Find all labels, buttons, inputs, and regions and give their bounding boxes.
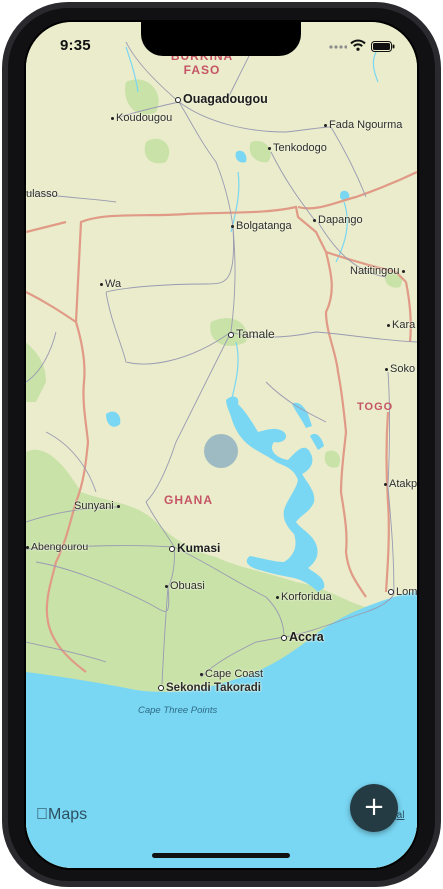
town-marker: [165, 584, 168, 588]
place-label: Kumasi: [177, 541, 221, 555]
place-label: Tamale: [236, 327, 275, 341]
town-marker: [26, 545, 29, 549]
place-accra[interactable]: Accra: [281, 630, 324, 644]
town-marker: [324, 123, 327, 127]
place-label: Tenkodogo: [273, 142, 327, 154]
water-label-cape-three-points: Cape Three Points: [138, 705, 218, 716]
place-wa[interactable]: Wa: [100, 278, 121, 290]
place-bolgatanga[interactable]: Bolgatanga: [231, 220, 292, 232]
place-label: Obuasi: [170, 580, 205, 592]
place-label: ulasso: [26, 188, 58, 200]
add-button[interactable]: +: [350, 784, 398, 832]
place-koforidua[interactable]: Korforidua: [276, 591, 332, 603]
place-ulasso[interactable]: ulasso: [26, 188, 58, 200]
place-abengourou[interactable]: Abengourou: [26, 541, 88, 553]
town-marker: [276, 595, 279, 599]
place-natitingou[interactable]: Natitingou: [350, 265, 407, 277]
place-label: Soko: [390, 363, 416, 375]
place-sekondi-takoradi[interactable]: Sekondi Takoradi: [158, 682, 261, 694]
maps-logo-label: Maps: [36, 806, 87, 823]
place-cape-coast[interactable]: Cape Coast: [200, 668, 263, 680]
place-label: Sunyani: [74, 500, 114, 512]
place-label: Ouagadougou: [183, 92, 268, 106]
plus-icon: +: [363, 792, 385, 822]
town-marker: [384, 482, 387, 486]
city-marker: [175, 96, 181, 103]
place-label: Kara: [392, 319, 416, 331]
home-indicator[interactable]: [152, 853, 290, 858]
place-label: Accra: [289, 630, 324, 644]
place-label: Atakp: [389, 478, 417, 490]
country-label-togo: TOGO: [357, 401, 394, 413]
city-marker: [169, 545, 175, 552]
status-bar-time: 9:35: [60, 37, 91, 54]
apple-logo-icon: : [36, 806, 48, 823]
current-location-dot[interactable]: [204, 434, 238, 468]
town-marker: [268, 146, 271, 150]
place-kumasi[interactable]: Kumasi: [169, 541, 220, 555]
place-tenkodogo[interactable]: Tenkodogo: [268, 142, 327, 154]
town-marker: [313, 218, 316, 222]
cellular-signal-icon: [329, 45, 347, 49]
place-label: Korforidua: [281, 591, 332, 603]
place-tamale[interactable]: Tamale: [228, 327, 275, 341]
place-ouagadougou[interactable]: Ouagadougou: [175, 92, 268, 106]
town-marker: [385, 367, 388, 371]
place-soko[interactable]: Soko: [385, 363, 415, 375]
place-label: Abengourou: [31, 541, 89, 553]
place-label: Sekondi Takoradi: [166, 682, 262, 694]
city-marker: [228, 331, 234, 338]
town-marker: [200, 672, 203, 676]
place-koudougou[interactable]: Koudougou: [111, 112, 172, 124]
place-label: Koudougou: [116, 112, 173, 124]
place-label: Dapango: [318, 214, 363, 226]
place-atakp[interactable]: Atakp: [384, 478, 417, 490]
place-kara[interactable]: Kara: [387, 319, 415, 331]
camera-notch: [141, 22, 301, 56]
place-label: Wa: [105, 278, 122, 290]
place-dapango[interactable]: Dapango: [313, 214, 363, 226]
place-label: Lom: [396, 586, 417, 598]
city-marker: [158, 684, 164, 691]
place-lome[interactable]: Lom: [388, 586, 417, 598]
place-sunyani[interactable]: Sunyani: [74, 500, 122, 512]
place-label: Bolgatanga: [236, 220, 292, 232]
city-marker: [388, 589, 394, 596]
town-marker: [401, 269, 405, 273]
battery-icon: [371, 41, 395, 52]
country-label-ghana: GHANA: [164, 493, 213, 507]
city-marker: [281, 634, 287, 641]
town-marker: [100, 282, 103, 286]
town-marker: [111, 116, 114, 120]
map-screen[interactable]: BURKINA FASO GHANA TOGO Ouagadougou Koud…: [26, 22, 417, 868]
place-label: Fada Ngourma: [329, 119, 403, 131]
place-label: Natitingou: [350, 265, 400, 277]
town-marker: [231, 224, 234, 228]
place-label: Cape Coast: [205, 668, 264, 680]
town-marker: [387, 323, 390, 327]
apple-maps-logo: Maps: [36, 806, 87, 824]
town-marker: [116, 504, 120, 508]
wifi-icon: [350, 39, 366, 51]
place-obuasi[interactable]: Obuasi: [165, 580, 205, 592]
place-fada-ngourma[interactable]: Fada Ngourma: [324, 119, 402, 131]
